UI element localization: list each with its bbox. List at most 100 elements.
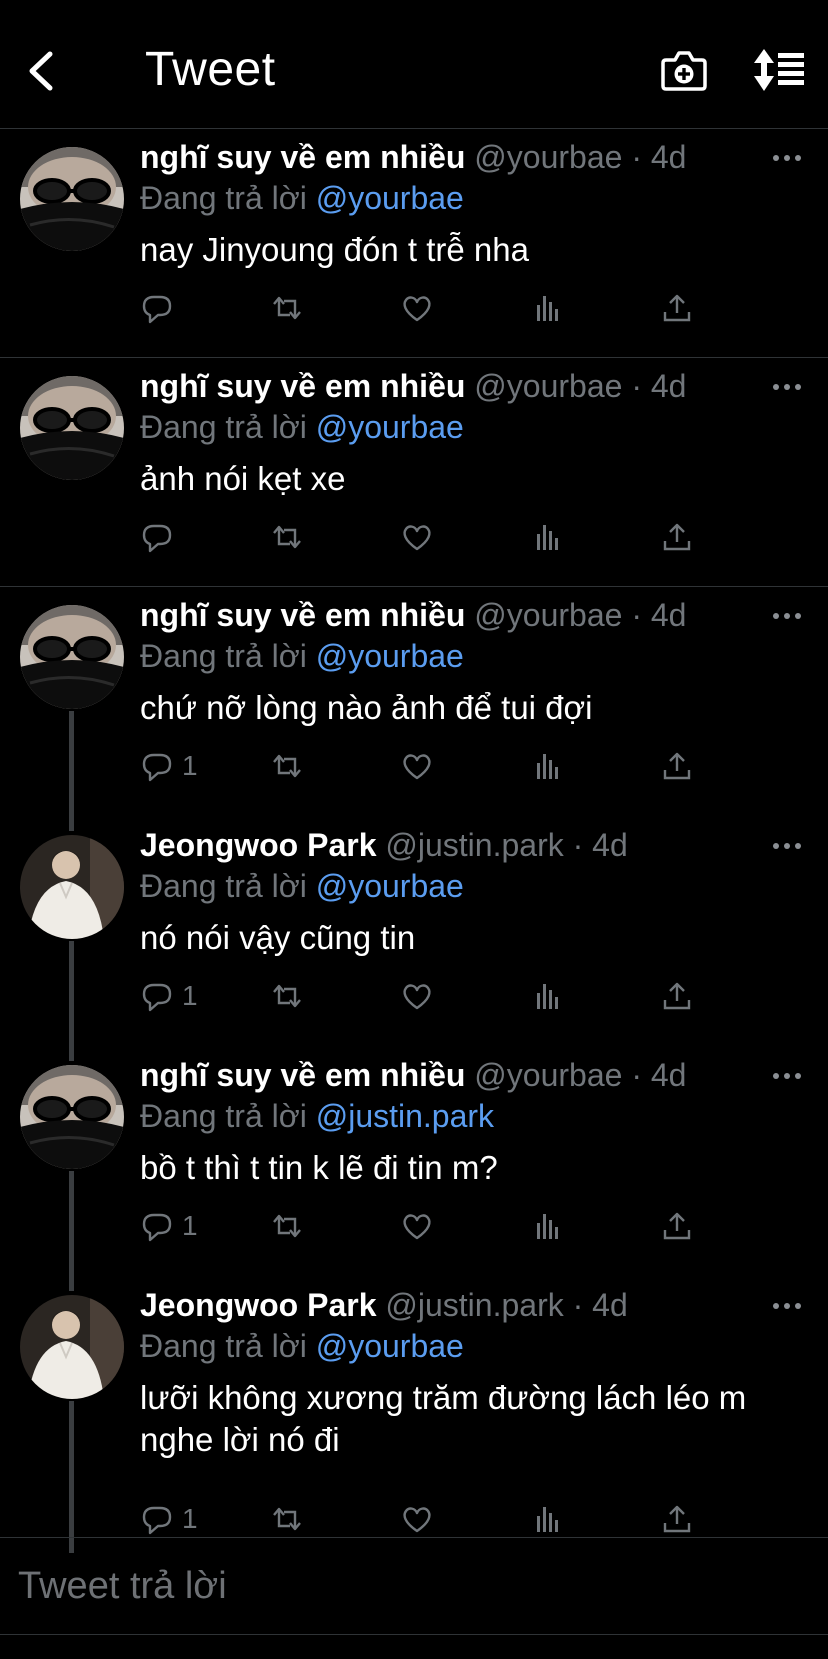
tweet[interactable]: nghĩ suy về em nhiều @yourbae · 4d Đang t… bbox=[0, 1047, 828, 1291]
more-options-button[interactable] bbox=[772, 1299, 802, 1311]
share-button[interactable] bbox=[660, 976, 694, 1016]
replying-to-label: Đang trả lời bbox=[140, 1328, 307, 1364]
like-button[interactable] bbox=[400, 746, 434, 786]
reply-button[interactable] bbox=[140, 517, 182, 557]
author-name[interactable]: nghĩ suy về em nhiều bbox=[140, 1057, 465, 1093]
ellipsis-icon bbox=[773, 1303, 801, 1309]
bar-chart-icon bbox=[537, 754, 558, 779]
author-name[interactable]: nghĩ suy về em nhiều bbox=[140, 368, 465, 404]
tweet[interactable]: nghĩ suy về em nhiều @yourbae · 4d Đang t… bbox=[0, 358, 828, 587]
more-options-button[interactable] bbox=[772, 609, 802, 621]
sort-replies-button[interactable] bbox=[752, 48, 806, 92]
more-options-button[interactable] bbox=[772, 380, 802, 392]
mention-link[interactable]: @yourbae bbox=[316, 180, 464, 216]
tweet[interactable]: Jeongwoo Park @justin.park · 4d Đang trả … bbox=[0, 817, 828, 1061]
retweet-button[interactable] bbox=[270, 1499, 304, 1539]
camera-button[interactable] bbox=[660, 48, 708, 94]
mention-link[interactable]: @yourbae bbox=[316, 638, 464, 674]
more-options-button[interactable] bbox=[772, 839, 802, 851]
like-button[interactable] bbox=[400, 976, 434, 1016]
mention-link[interactable]: @justin.park bbox=[316, 1098, 494, 1134]
more-options-button[interactable] bbox=[772, 1069, 802, 1081]
avatar[interactable] bbox=[20, 1295, 124, 1399]
more-options-button[interactable] bbox=[772, 151, 802, 163]
heart-icon bbox=[403, 984, 431, 1010]
retweet-icon bbox=[273, 984, 301, 1008]
author-handle-time[interactable]: @justin.park · 4d bbox=[385, 827, 627, 863]
replying-to-line: Đang trả lời @yourbae bbox=[140, 636, 464, 676]
reply-button[interactable] bbox=[140, 288, 182, 328]
author-name[interactable]: Jeongwoo Park bbox=[140, 1287, 377, 1323]
share-button[interactable] bbox=[660, 1499, 694, 1539]
views-button[interactable] bbox=[530, 1206, 564, 1246]
like-button[interactable] bbox=[400, 517, 434, 557]
reply-composer bbox=[0, 1537, 828, 1635]
views-button[interactable] bbox=[530, 288, 564, 328]
author-handle-time[interactable]: @yourbae · 4d bbox=[474, 368, 686, 404]
views-button[interactable] bbox=[530, 1499, 564, 1539]
tweet-actions bbox=[140, 517, 740, 557]
reply-button[interactable]: 1 bbox=[140, 746, 198, 786]
views-button[interactable] bbox=[530, 976, 564, 1016]
reply-icon bbox=[142, 983, 172, 1012]
like-button[interactable] bbox=[400, 1499, 434, 1539]
page-title: Tweet bbox=[145, 43, 276, 96]
author-handle-time[interactable]: @yourbae · 4d bbox=[474, 597, 686, 633]
views-button[interactable] bbox=[530, 517, 564, 557]
share-button[interactable] bbox=[660, 288, 694, 328]
avatar[interactable] bbox=[20, 147, 124, 251]
tweet[interactable]: nghĩ suy về em nhiều @yourbae · 4d Đang t… bbox=[0, 587, 828, 831]
author-name[interactable]: Jeongwoo Park bbox=[140, 827, 377, 863]
bar-chart-icon bbox=[537, 525, 558, 550]
share-icon bbox=[663, 294, 691, 322]
mention-link[interactable]: @yourbae bbox=[316, 868, 464, 904]
tweet-actions: 1 bbox=[140, 976, 740, 1016]
thread-connector-line bbox=[69, 711, 74, 831]
share-button[interactable] bbox=[660, 517, 694, 557]
retweet-button[interactable] bbox=[270, 288, 304, 328]
tweet[interactable]: Jeongwoo Park @justin.park · 4d Đang trả … bbox=[0, 1277, 828, 1553]
chevron-left-icon bbox=[29, 51, 53, 91]
share-icon bbox=[663, 982, 691, 1010]
avatar[interactable] bbox=[20, 605, 124, 709]
author-handle-time[interactable]: @yourbae · 4d bbox=[474, 139, 686, 175]
retweet-button[interactable] bbox=[270, 517, 304, 557]
author-handle-time[interactable]: @yourbae · 4d bbox=[474, 1057, 686, 1093]
retweet-button[interactable] bbox=[270, 976, 304, 1016]
share-icon bbox=[663, 523, 691, 551]
bar-chart-icon bbox=[537, 1214, 558, 1239]
reply-icon bbox=[142, 753, 172, 782]
reply-button[interactable]: 1 bbox=[140, 1499, 198, 1539]
reply-button[interactable]: 1 bbox=[140, 1206, 198, 1246]
retweet-icon bbox=[273, 296, 301, 320]
replying-to-line: Đang trả lời @yourbae bbox=[140, 407, 464, 447]
camera-plus-icon bbox=[661, 51, 707, 91]
tweet[interactable]: nghĩ suy về em nhiều @yourbae · 4d Đang t… bbox=[0, 129, 828, 358]
heart-icon bbox=[403, 296, 431, 322]
share-icon bbox=[663, 752, 691, 780]
retweet-button[interactable] bbox=[270, 746, 304, 786]
author-handle-time[interactable]: @justin.park · 4d bbox=[385, 1287, 627, 1323]
mention-link[interactable]: @yourbae bbox=[316, 409, 464, 445]
avatar[interactable] bbox=[20, 376, 124, 480]
replying-to-line: Đang trả lời @yourbae bbox=[140, 178, 464, 218]
reply-button[interactable]: 1 bbox=[140, 976, 198, 1016]
author-name[interactable]: nghĩ suy về em nhiều bbox=[140, 139, 465, 175]
avatar[interactable] bbox=[20, 835, 124, 939]
tweet-header: Jeongwoo Park @justin.park · 4d bbox=[140, 825, 628, 865]
back-button[interactable] bbox=[22, 46, 62, 96]
share-button[interactable] bbox=[660, 746, 694, 786]
like-button[interactable] bbox=[400, 288, 434, 328]
reply-input[interactable] bbox=[16, 1560, 810, 1612]
reply-count: 1 bbox=[182, 1210, 198, 1241]
author-name[interactable]: nghĩ suy về em nhiều bbox=[140, 597, 465, 633]
views-button[interactable] bbox=[530, 746, 564, 786]
reply-icon bbox=[142, 1213, 172, 1242]
replying-to-label: Đang trả lời bbox=[140, 409, 307, 445]
share-button[interactable] bbox=[660, 1206, 694, 1246]
mention-link[interactable]: @yourbae bbox=[316, 1328, 464, 1364]
like-button[interactable] bbox=[400, 1206, 434, 1246]
retweet-button[interactable] bbox=[270, 1206, 304, 1246]
tweet-header: nghĩ suy về em nhiều @yourbae · 4d bbox=[140, 366, 686, 406]
avatar[interactable] bbox=[20, 1065, 124, 1169]
